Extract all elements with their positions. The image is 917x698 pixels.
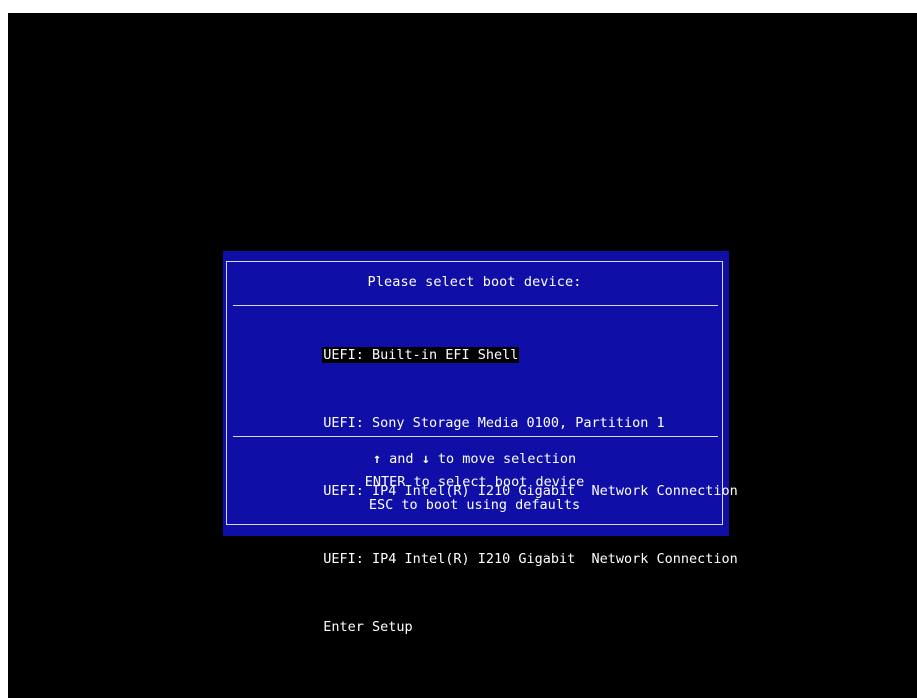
boot-option-enter-setup[interactable]: Enter Setup: [241, 593, 739, 661]
boot-option-network-2[interactable]: UEFI: IP4 Intel(R) I210 Gigabit Network …: [241, 525, 739, 593]
help-instructions: ↑ and ↓ to move selection ENTER to selec…: [227, 448, 722, 517]
boot-device-dialog: Please select boot device: UEFI: Built-i…: [223, 251, 738, 635]
help-divider: [233, 436, 718, 437]
dialog-title: Please select boot device:: [367, 274, 582, 290]
help-esc-line: ESC to boot using defaults: [368, 497, 581, 513]
boot-option-efi-shell[interactable]: UEFI: Built-in EFI Shell: [241, 321, 739, 389]
bios-screen: Please select boot device: UEFI: Built-i…: [8, 13, 917, 698]
boot-option-label: Enter Setup: [323, 619, 413, 636]
boot-option-label: UEFI: Sony Storage Media 0100, Partition…: [323, 414, 665, 431]
dialog-frame: Please select boot device: UEFI: Built-i…: [226, 261, 738, 635]
help-enter-line: ENTER to select boot device: [364, 474, 585, 490]
help-move-text: to move selection: [429, 451, 577, 467]
title-divider: [233, 305, 718, 306]
help-move-line: ↑ and ↓ to move selection: [227, 448, 722, 471]
boot-option-sony-storage[interactable]: UEFI: Sony Storage Media 0100, Partition…: [241, 389, 739, 457]
down-arrow-icon: ↓: [421, 451, 430, 467]
boot-option-label: UEFI: Built-in EFI Shell: [322, 346, 520, 363]
up-arrow-icon: ↑: [372, 451, 382, 467]
boot-option-label: UEFI: IP4 Intel(R) I210 Gigabit Network …: [323, 551, 738, 568]
help-and-text: and: [381, 451, 422, 467]
